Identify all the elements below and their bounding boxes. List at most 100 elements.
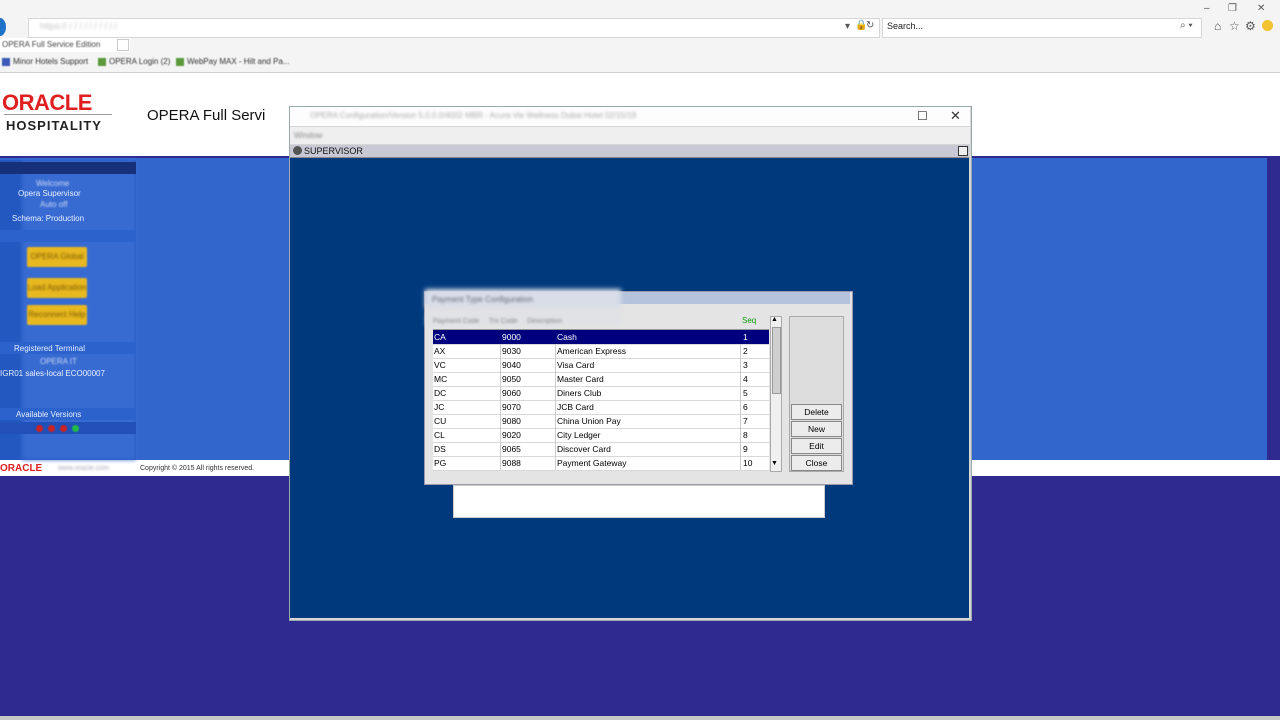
- sidebar-gold-button-label: OPERA Global: [30, 252, 84, 261]
- cell-code: DC: [434, 388, 447, 398]
- app-window-title: OPERA Configuration/Version 5.0.0.0/4002…: [310, 111, 637, 120]
- sidebar-gold-button[interactable]: OPERA Global: [27, 247, 87, 267]
- cell-desc: Diners Club: [557, 388, 602, 398]
- cell-desc: Discover Card: [557, 444, 611, 454]
- favorite-label: Minor Hotels Support: [13, 57, 89, 66]
- close-button[interactable]: Close: [791, 455, 842, 471]
- table-row[interactable]: PG 9088 Payment Gateway 10: [433, 456, 769, 471]
- cell-trx: 9020: [502, 430, 521, 440]
- cell-trx: 9065: [502, 444, 521, 454]
- search-input[interactable]: [882, 18, 1202, 38]
- table-row[interactable]: DC 9060 Diners Club 5: [433, 386, 769, 401]
- search-icon[interactable]: ⌕ ▾: [1180, 20, 1193, 31]
- cell-trx: 9088: [502, 458, 521, 468]
- edit-button[interactable]: Edit: [791, 438, 842, 454]
- scroll-up-arrow-icon[interactable]: ▲: [771, 316, 778, 323]
- table-row[interactable]: CA 9000 Cash 1: [433, 330, 769, 345]
- status-dot-red: [60, 425, 67, 432]
- dropdown-icon[interactable]: ▾: [845, 21, 850, 32]
- table-row[interactable]: MC 9050 Master Card 4: [433, 372, 769, 387]
- favorite-link[interactable]: WebPay MAX - Hilt and Pa...: [176, 57, 290, 66]
- background-panel: [453, 485, 825, 518]
- cell-code: AX: [434, 346, 446, 356]
- sidebar-gold-button-label: Reconnect Help: [28, 310, 86, 319]
- table-row[interactable]: JC 9070 JCB Card 6: [433, 400, 769, 415]
- copyright-text: Copyright © 2015 All rights reserved.: [140, 465, 255, 472]
- supervisor-icon: [293, 146, 302, 155]
- scroll-down-arrow-icon[interactable]: ▼: [771, 460, 778, 467]
- address-bar[interactable]: [28, 18, 880, 38]
- sidebar-gold-button-label: Load Application: [27, 283, 87, 292]
- cell-seq: 4: [743, 374, 748, 384]
- cell-seq: 8: [743, 430, 748, 440]
- cell-desc: American Express: [557, 346, 626, 356]
- smiley-feedback-icon[interactable]: [1262, 20, 1273, 31]
- status-dots-bar: [0, 422, 136, 434]
- column-header-code[interactable]: Payment Code: [433, 318, 479, 325]
- cell-seq: 9: [743, 444, 748, 454]
- app-close-button[interactable]: ✕: [950, 108, 961, 124]
- table-row[interactable]: CU 9080 China Union Pay 7: [433, 414, 769, 429]
- sidebar-gold-button[interactable]: Load Application: [27, 278, 87, 298]
- table-row[interactable]: DS 9065 Discover Card 9: [433, 442, 769, 457]
- favorite-link[interactable]: Minor Hotels Support: [2, 57, 88, 66]
- cell-code: DS: [434, 444, 446, 454]
- delete-button[interactable]: Delete: [791, 404, 842, 420]
- status-dot-red: [48, 425, 55, 432]
- table-row[interactable]: AX 9030 American Express 2: [433, 344, 769, 359]
- cell-trx: 9060: [502, 388, 521, 398]
- column-header-seq[interactable]: Seq: [742, 316, 756, 325]
- mdi-title: SUPERVISOR: [304, 146, 363, 156]
- favorite-label: WebPay MAX - Hilt and Pa...: [187, 57, 290, 66]
- cell-seq: 7: [743, 416, 748, 426]
- cell-code: VC: [434, 360, 446, 370]
- favorite-link[interactable]: OPERA Login (2): [98, 57, 170, 66]
- page-title: OPERA Full Servi: [147, 107, 266, 124]
- auto-text: Auto off: [40, 200, 68, 209]
- settings-gear-icon[interactable]: ⚙: [1245, 19, 1256, 33]
- new-button[interactable]: New: [791, 421, 842, 437]
- home-icon[interactable]: ⌂: [1214, 19, 1221, 33]
- column-header-trx[interactable]: Trx Code: [489, 318, 518, 325]
- cell-seq: 10: [743, 458, 753, 468]
- refresh-icon[interactable]: ↻: [866, 20, 874, 31]
- mdi-restore-icon[interactable]: [958, 146, 968, 156]
- favorites-star-icon[interactable]: ☆: [1229, 19, 1240, 33]
- dialog-title: Payment Type Configuration: [432, 295, 533, 304]
- cell-desc: JCB Card: [557, 402, 594, 412]
- cell-desc: Payment Gateway: [557, 458, 627, 468]
- cell-code: CA: [434, 332, 446, 342]
- window-restore-button[interactable]: ❐: [1228, 3, 1237, 14]
- favorite-label: OPERA Login (2): [109, 57, 171, 66]
- favorite-site-icon: [98, 57, 106, 66]
- terminal-name: OPERA IT: [40, 357, 77, 366]
- favorite-site-icon: [176, 57, 184, 66]
- window-menu[interactable]: Window: [294, 131, 322, 140]
- sidebar-gold-button[interactable]: Reconnect Help: [27, 305, 87, 325]
- terminal-id: IGR01 sales-local ECO00007: [0, 369, 105, 378]
- status-dot-red: [36, 425, 43, 432]
- taskbar-edge: [0, 716, 1280, 720]
- app-maximize-button[interactable]: ☐: [917, 109, 928, 123]
- new-tab-button[interactable]: [117, 39, 129, 51]
- table-row[interactable]: VC 9040 Visa Card 3: [433, 358, 769, 373]
- cell-seq: 1: [743, 332, 748, 342]
- window-minimize-button[interactable]: –: [1204, 3, 1210, 14]
- footer-oracle-logo: ORACLE: [0, 463, 43, 474]
- cell-code: MC: [434, 374, 448, 384]
- favorite-site-icon: [2, 57, 10, 66]
- cell-seq: 3: [743, 360, 748, 370]
- cell-desc: Visa Card: [557, 360, 595, 370]
- payment-types-grid: CA 9000 Cash 1 AX 9030 American Express 2 VC 90…: [433, 329, 769, 471]
- cell-trx: 9080: [502, 416, 521, 426]
- window-close-button[interactable]: ✕: [1257, 3, 1265, 14]
- mdi-titlebar[interactable]: [290, 145, 969, 158]
- search-placeholder: Search...: [887, 21, 924, 31]
- table-row[interactable]: CL 9020 City Ledger 8: [433, 428, 769, 443]
- scrollbar-thumb[interactable]: [772, 327, 781, 394]
- column-header-description[interactable]: Description: [527, 318, 562, 325]
- footer-link[interactable]: www.oracle.com: [58, 465, 109, 472]
- app-menu-bar: [290, 127, 970, 144]
- cell-trx: 9000: [502, 332, 521, 342]
- cell-code: JC: [434, 402, 445, 412]
